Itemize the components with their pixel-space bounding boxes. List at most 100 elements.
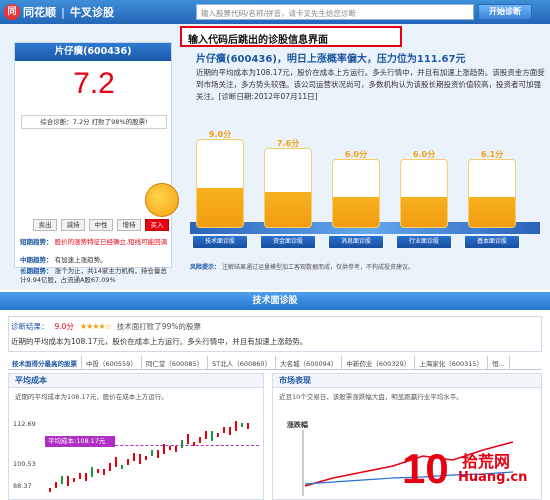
trend-short-text: 股价的涨势特征已经确立,短线可能回调 bbox=[54, 238, 168, 246]
brand-name: 同花顺 bbox=[23, 6, 56, 19]
candle bbox=[145, 455, 147, 460]
candle bbox=[61, 476, 63, 485]
candle bbox=[229, 427, 231, 435]
candle bbox=[67, 476, 69, 487]
candle bbox=[187, 434, 189, 445]
candle bbox=[133, 453, 135, 462]
product-name: 牛叉诊股 bbox=[70, 6, 115, 19]
score-bar-value: 9.0分 bbox=[208, 129, 232, 139]
market-performance-title: 市场表现 bbox=[273, 374, 541, 388]
y-tick: 112.69 bbox=[13, 420, 36, 428]
tab-stock-6[interactable]: 上海家化（600315） bbox=[415, 356, 489, 369]
score-bar bbox=[332, 159, 380, 228]
trend-short: 短期趋势： 股价的涨势特征已经确立,短线可能回调 bbox=[20, 238, 170, 247]
candle bbox=[247, 423, 249, 430]
tab-stock-2[interactable]: 同仁堂（600085） bbox=[142, 356, 209, 369]
brand-logo[interactable]: 同 同花顺 | 牛叉诊股 bbox=[4, 4, 114, 20]
candle bbox=[97, 468, 99, 473]
score-bar-value: 7.6分 bbox=[276, 139, 300, 149]
annotation-callout: 输入代码后跳出的诊股信息界面 bbox=[180, 26, 402, 47]
candle bbox=[91, 466, 93, 477]
y-tick: 88.37 bbox=[13, 482, 32, 490]
tab-stock-4[interactable]: 大名城（600094） bbox=[276, 356, 343, 369]
watermark-name: 拾荒网 bbox=[462, 452, 511, 471]
candle bbox=[241, 423, 243, 428]
candle bbox=[151, 449, 153, 456]
candle bbox=[181, 440, 183, 449]
candle bbox=[49, 488, 51, 492]
trend-long: 长期趋势： 涨个为止，共14家主力机构，持仓量总计9.94亿股，占流通A股67.… bbox=[20, 267, 170, 285]
section-tech: 技术面诊股 bbox=[0, 292, 550, 310]
start-diagnosis-button[interactable]: 开始诊断 bbox=[478, 4, 532, 20]
tab-stock-5[interactable]: 中新药业（600329） bbox=[342, 356, 416, 369]
star-rating-icon: ★★★★☆ bbox=[79, 322, 112, 331]
rating-buy[interactable]: 买入 bbox=[145, 219, 169, 231]
candle bbox=[217, 432, 219, 437]
candle bbox=[85, 472, 87, 481]
candle bbox=[157, 449, 159, 458]
score-bar-category[interactable]: 资金面诊股 bbox=[261, 236, 315, 248]
trend-short-label: 短期趋势： bbox=[20, 238, 53, 246]
score-card: 片仔癀(600436) 7.2 综合诊断：7.2分 打败了98%的股票! 卖出 … bbox=[14, 42, 179, 268]
overall-score: 7.2 bbox=[73, 67, 115, 100]
candle bbox=[55, 482, 57, 489]
tech-summary-text: 近期的平均成本为108.17元，股价在成本上方运行。多头行情中，并且有加速上涨趋… bbox=[11, 337, 308, 346]
candle bbox=[193, 442, 195, 447]
stock-title: 片仔癀(600436) bbox=[15, 43, 171, 61]
tech-score: 9.0分 bbox=[54, 322, 74, 331]
score-bar bbox=[468, 158, 516, 228]
tech-result-label: 诊断结果： bbox=[11, 322, 49, 331]
dimension-scores: 9.0分 技术面诊股 7.6分 资金面诊股 6.0分 消息面诊股 6.0分 行业面诊股 6.1分… bbox=[188, 118, 544, 256]
candle bbox=[169, 446, 171, 450]
candle bbox=[163, 443, 165, 454]
candle bbox=[109, 463, 111, 471]
tab-stock-1[interactable]: 中投（600559） bbox=[82, 356, 142, 369]
diagnosis-headline: 片仔癀(600436)，明日上涨概率偏大，压力位为111.67元 bbox=[196, 54, 466, 65]
tech-rank: 技术面打败了99%的股票 bbox=[116, 322, 201, 331]
score-bar-value: 6.0分 bbox=[344, 150, 368, 160]
trend-long-label: 长期趋势： bbox=[20, 267, 53, 275]
trend-mid: 中期趋势： 有加速上涨趋势。 bbox=[20, 256, 170, 265]
avg-cost-label: 平均成本:108.17元 bbox=[45, 436, 115, 447]
avg-cost-title: 平均成本 bbox=[9, 374, 263, 388]
tab-stock-7[interactable]: 恒... bbox=[488, 356, 510, 369]
candle bbox=[103, 468, 105, 475]
tab-stock-3[interactable]: ST北人（600860） bbox=[208, 356, 277, 369]
rating-bar: 卖出 减持 中性 增持 买入 bbox=[33, 219, 169, 231]
watermark-number: 10 bbox=[402, 445, 449, 492]
score-bar-category[interactable]: 技术面诊股 bbox=[193, 236, 247, 248]
avg-cost-panel: 平均成本 近期的平均成本为108.17元，股价在成本上方运行。 112.69 1… bbox=[8, 373, 264, 500]
candle bbox=[175, 446, 177, 453]
candle bbox=[115, 457, 117, 468]
search-input[interactable]: 输入股票代码/名称/拼音，请卡叉先生给您诊断 bbox=[196, 4, 474, 20]
candle bbox=[121, 465, 123, 470]
candle bbox=[79, 472, 81, 479]
score-bar bbox=[400, 159, 448, 228]
score-bar bbox=[196, 138, 244, 228]
candle bbox=[199, 436, 201, 443]
risk-warning: 风险提示： 注解结果通过运量模型加工客观数据而成，仅供参考，不构成投资建议。 bbox=[190, 262, 542, 271]
avg-cost-note: 近期的平均成本为108.17元，股价在成本上方运行。 bbox=[15, 393, 168, 401]
candle bbox=[211, 430, 213, 441]
brand-separator: | bbox=[61, 5, 66, 19]
diagnosis-description: 近期的平均成本为108.17元，股价在成本上方运行。多头行情中，并且有加速上涨趋… bbox=[196, 68, 545, 101]
y-tick: 100.53 bbox=[13, 460, 36, 468]
score-bar-value: 6.0分 bbox=[412, 150, 436, 160]
score-note: 综合诊断：7.2分 打败了98%的股票! bbox=[21, 115, 167, 129]
candle bbox=[205, 430, 207, 439]
rating-sell[interactable]: 卖出 bbox=[33, 219, 57, 231]
rating-add[interactable]: 增持 bbox=[117, 219, 141, 231]
candle bbox=[235, 421, 237, 432]
market-performance-note: 近且10个交易日，该股票涨跌幅大盘，明显跑赢行业平均水平。 bbox=[279, 393, 463, 401]
site-watermark: 10 拾荒网 Huang.cn bbox=[402, 446, 548, 498]
score-bar-category[interactable]: 行业面诊股 bbox=[397, 236, 451, 248]
score-bar-category[interactable]: 消息面诊股 bbox=[329, 236, 383, 248]
score-bar-category[interactable]: 基本面诊股 bbox=[465, 236, 519, 248]
rating-neutral[interactable]: 中性 bbox=[89, 219, 113, 231]
tab-top-tech[interactable]: 技术面得分最高的股票 bbox=[8, 356, 82, 369]
watermark-url: Huang.cn bbox=[458, 470, 528, 485]
rating-reduce[interactable]: 减持 bbox=[61, 219, 85, 231]
mascot-icon bbox=[145, 183, 179, 217]
tech-summary: 诊断结果： 9.0分 ★★★★☆ 技术面打败了99%的股票 近期的平均成本为10… bbox=[8, 316, 542, 352]
tech-result: 诊断结果： 9.0分 ★★★★☆ 技术面打败了99%的股票 bbox=[11, 321, 201, 332]
